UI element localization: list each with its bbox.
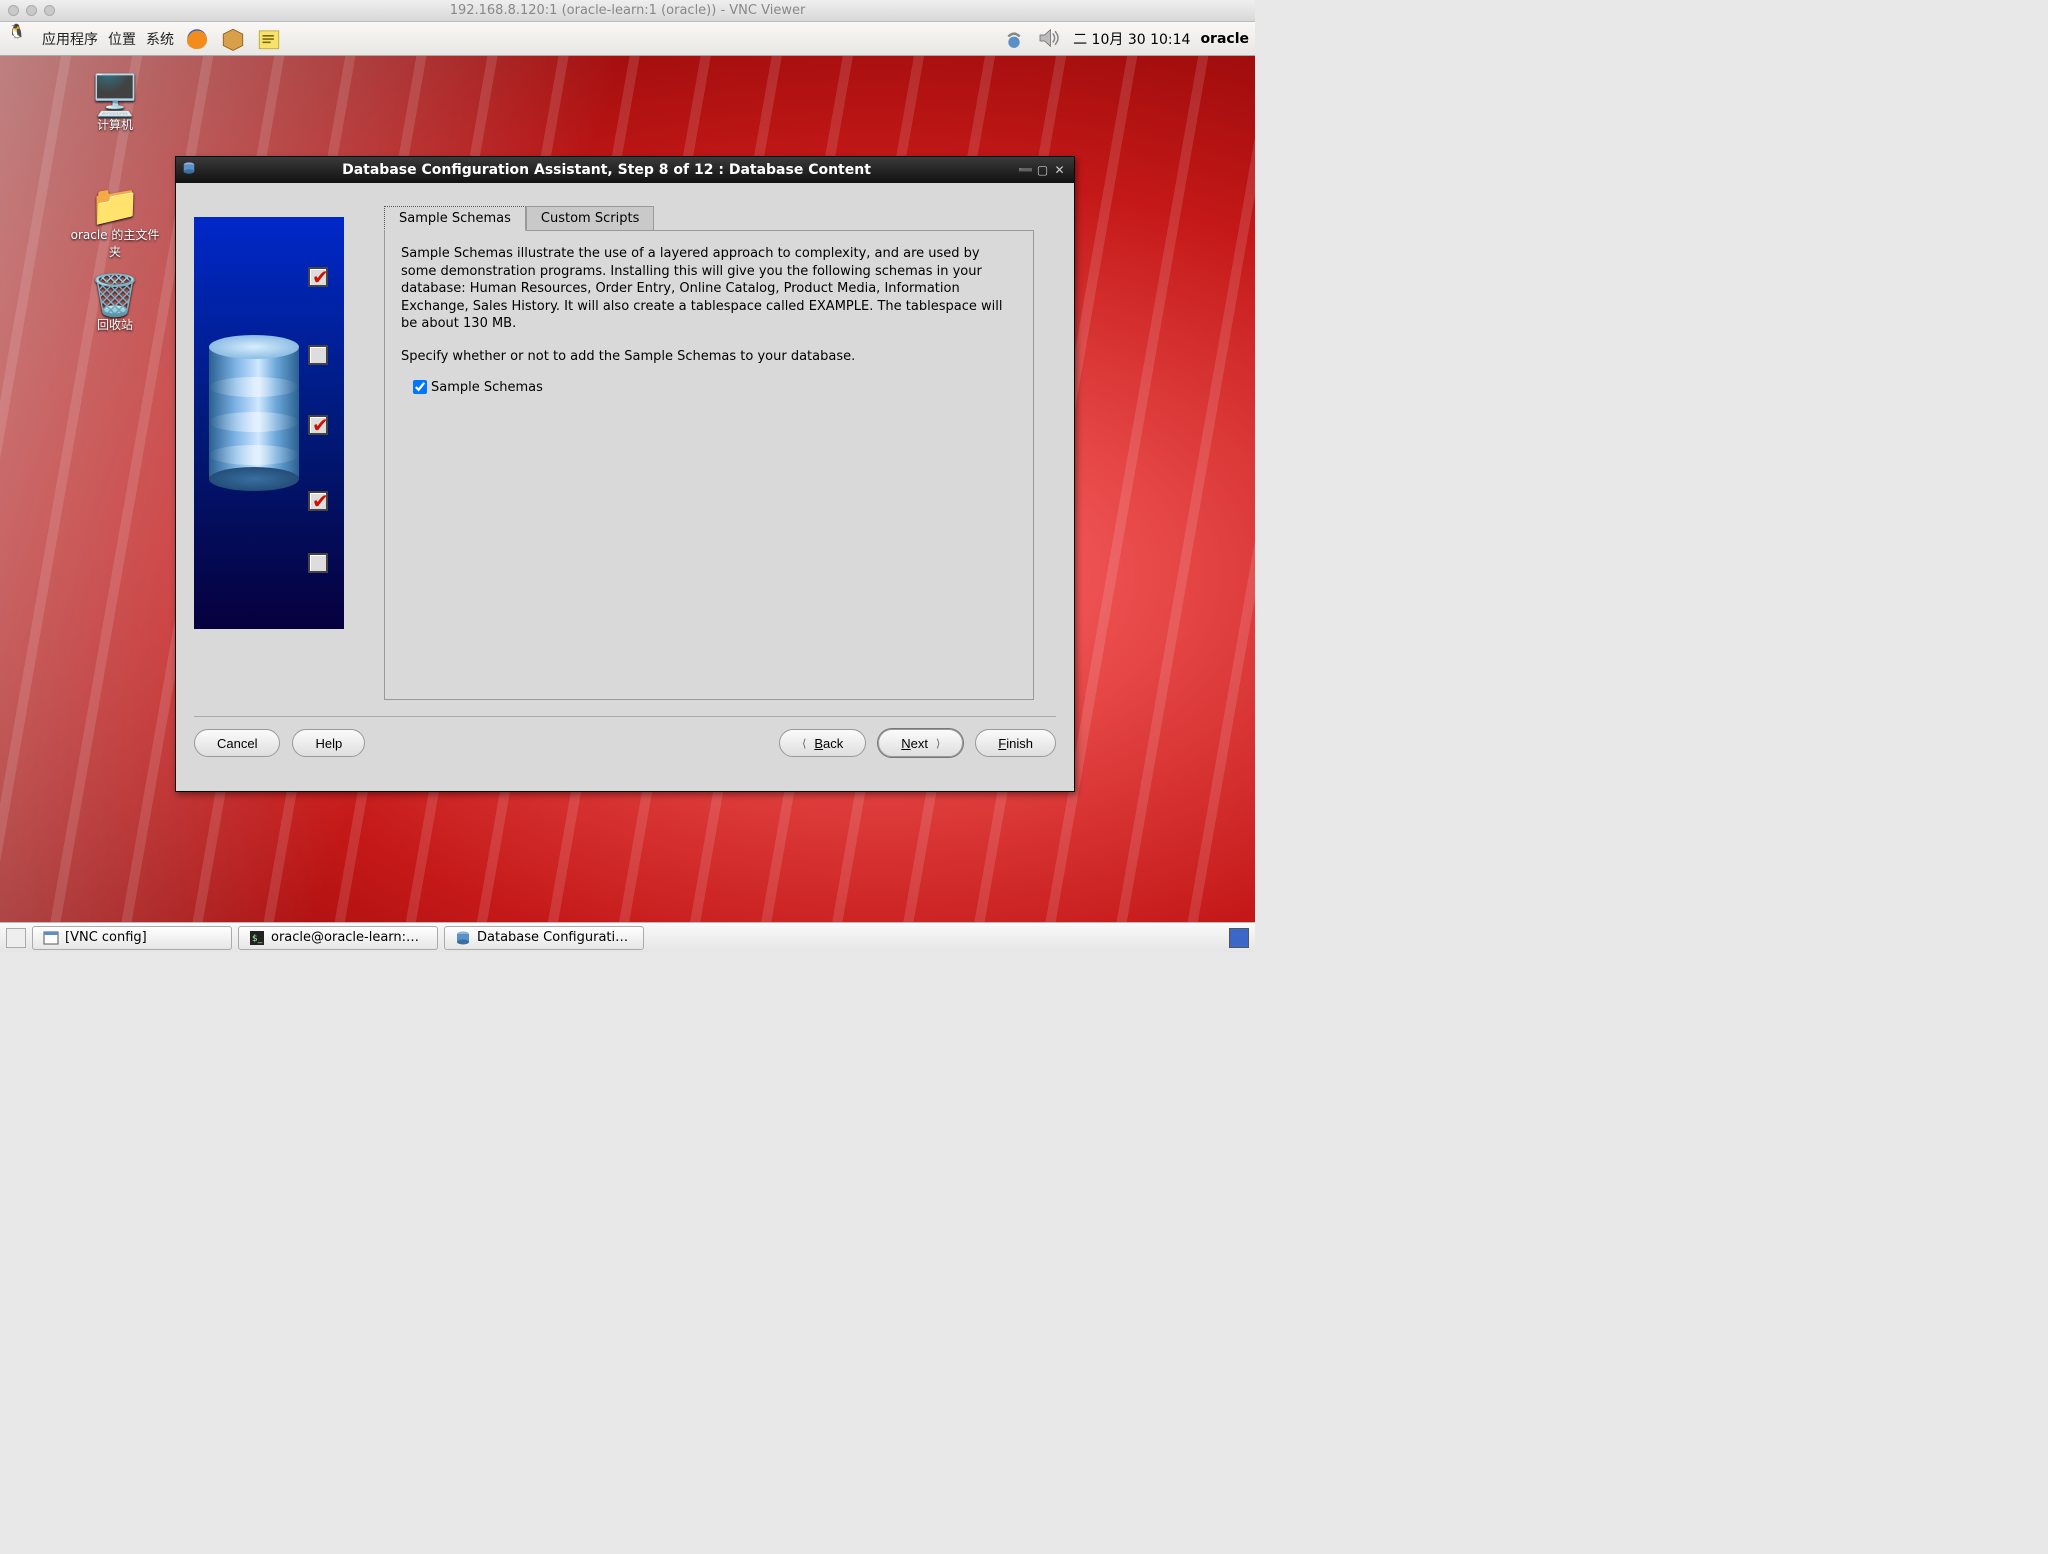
tab-label: Custom Scripts	[541, 211, 639, 226]
task-label: oracle@oracle-learn:…	[271, 930, 419, 945]
minimize-dot[interactable]	[26, 5, 37, 16]
task-vnc-config[interactable]: [VNC config]	[32, 926, 232, 950]
next-button[interactable]: Next ⟩	[878, 729, 963, 757]
back-button[interactable]: ⟨ Back	[779, 729, 866, 757]
help-button[interactable]: Help	[292, 729, 365, 757]
menu-applications[interactable]: 应用程序	[42, 29, 98, 49]
tabs: Sample Schemas Custom Scripts	[384, 205, 1034, 230]
checkbox-label: Sample Schemas	[431, 380, 543, 395]
trash-icon: 🗑️	[70, 276, 160, 316]
task-terminal[interactable]: $_ oracle@oracle-learn:…	[238, 926, 438, 950]
workspace-switcher[interactable]	[1229, 928, 1249, 948]
volume-icon[interactable]	[1037, 26, 1063, 52]
menu-system[interactable]: 系统	[146, 29, 174, 49]
wizard-check-icon	[308, 345, 328, 365]
minimize-button[interactable]: ➖	[1017, 163, 1034, 178]
folder-home-icon: 📁	[70, 186, 160, 226]
task-label: [VNC config]	[65, 930, 147, 945]
chevron-left-icon: ⟨	[802, 737, 806, 750]
tab-content: Sample Schemas illustrate the use of a l…	[384, 230, 1034, 700]
network-icon[interactable]	[1001, 26, 1027, 52]
mac-titlebar: 192.168.8.120:1 (oracle-learn:1 (oracle)…	[0, 0, 1255, 22]
dialog-button-bar: Cancel Help ⟨ Back Next ⟩ Finish	[176, 717, 1074, 771]
cancel-button[interactable]: Cancel	[194, 729, 280, 757]
menu-places[interactable]: 位置	[108, 29, 136, 49]
tab-label: Sample Schemas	[399, 211, 511, 226]
desktop[interactable]: 🖥️ 计算机 📁 oracle 的主文件夹 🗑️ 回收站 Database Co…	[0, 56, 1255, 922]
gnome-bottom-panel: [VNC config] $_ oracle@oracle-learn:… Da…	[0, 922, 1255, 952]
window-icon	[43, 930, 59, 946]
maximize-button[interactable]: ▢	[1034, 163, 1051, 178]
desktop-icon-label: oracle 的主文件夹	[70, 226, 160, 260]
desktop-icon-computer[interactable]: 🖥️ 计算机	[70, 76, 160, 133]
dialog-title: Database Configuration Assistant, Step 8…	[196, 162, 1017, 178]
sample-schemas-checkbox-row[interactable]: Sample Schemas	[401, 380, 1017, 395]
desktop-icon-trash[interactable]: 🗑️ 回收站	[70, 276, 160, 333]
wizard-check-icon: ✔	[308, 267, 328, 287]
dbca-dialog: Database Configuration Assistant, Step 8…	[175, 156, 1075, 792]
window-traffic-lights	[8, 5, 55, 16]
panel-clock[interactable]: 二 10月 30 10:14	[1073, 29, 1190, 49]
button-label: Finish	[998, 736, 1033, 751]
schema-description: Sample Schemas illustrate the use of a l…	[401, 245, 1017, 333]
finish-button[interactable]: Finish	[975, 729, 1056, 757]
gnome-top-panel: 应用程序 位置 系统 二 10月 30 10:14 oracle	[0, 22, 1255, 56]
button-label: Next	[901, 736, 928, 751]
button-label: Cancel	[217, 736, 257, 751]
dialog-main-area: Sample Schemas Custom Scripts Sample Sch…	[384, 205, 1034, 700]
wizard-check-icon: ✔	[308, 415, 328, 435]
task-label: Database Configurati…	[477, 930, 628, 945]
schema-prompt: Specify whether or not to add the Sample…	[401, 349, 1017, 364]
zoom-dot[interactable]	[44, 5, 55, 16]
sample-schemas-checkbox[interactable]	[413, 380, 427, 394]
wizard-check-icon: ✔	[308, 491, 328, 511]
panel-user[interactable]: oracle	[1200, 31, 1249, 47]
desktop-icon-home[interactable]: 📁 oracle 的主文件夹	[70, 186, 160, 260]
dialog-app-icon	[182, 161, 196, 179]
chevron-right-icon: ⟩	[936, 737, 940, 750]
database-icon	[455, 930, 471, 946]
notes-icon[interactable]	[256, 26, 282, 52]
wizard-side-image: ✔ ✔ ✔	[194, 217, 344, 629]
button-label: Back	[814, 736, 843, 751]
computer-icon: 🖥️	[70, 76, 160, 116]
distro-icon[interactable]	[6, 26, 32, 52]
close-button[interactable]: ✕	[1051, 163, 1068, 178]
close-dot[interactable]	[8, 5, 19, 16]
svg-text:$_: $_	[252, 934, 263, 944]
desktop-icon-label: 回收站	[70, 316, 160, 333]
show-desktop-icon[interactable]	[6, 928, 26, 948]
wizard-check-icon	[308, 553, 328, 573]
vnc-window-title: 192.168.8.120:1 (oracle-learn:1 (oracle)…	[450, 3, 806, 18]
terminal-icon: $_	[249, 930, 265, 946]
firefox-icon[interactable]	[184, 26, 210, 52]
task-dbca[interactable]: Database Configurati…	[444, 926, 644, 950]
tab-sample-schemas[interactable]: Sample Schemas	[384, 206, 526, 231]
tab-custom-scripts[interactable]: Custom Scripts	[526, 206, 654, 231]
button-label: Help	[315, 736, 342, 751]
package-icon[interactable]	[220, 26, 246, 52]
desktop-icon-label: 计算机	[70, 116, 160, 133]
dialog-titlebar[interactable]: Database Configuration Assistant, Step 8…	[176, 157, 1074, 183]
